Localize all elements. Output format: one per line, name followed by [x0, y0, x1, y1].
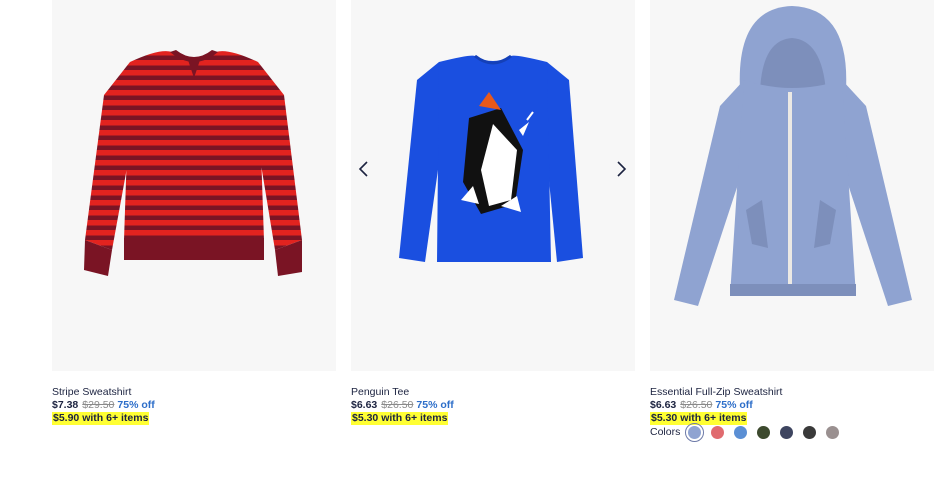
- color-swatch[interactable]: [734, 426, 748, 439]
- color-swatch[interactable]: [757, 426, 771, 439]
- chevron-left-icon: [358, 161, 368, 177]
- product-image-penguin-tee[interactable]: [351, 0, 635, 371]
- colors-label: Colors: [650, 426, 681, 438]
- full-zip-sweatshirt-image: [674, 6, 912, 306]
- product-card-full-zip-sweatshirt[interactable]: Essential Full-Zip Sweatshirt $6.63 $26.5…: [650, 0, 934, 442]
- penguin-tee-image: [399, 54, 583, 262]
- product-image-full-zip-sweatshirt[interactable]: [650, 0, 934, 371]
- bulk-promo: $5.30 with 6+ items: [351, 412, 449, 425]
- color-swatch-row: Colors: [650, 423, 934, 442]
- price-line: $6.63 $26.50 75% off: [351, 399, 635, 412]
- color-swatch[interactable]: [711, 426, 725, 439]
- color-swatch[interactable]: [780, 426, 794, 439]
- product-image-stripe-sweatshirt[interactable]: [52, 0, 336, 371]
- sale-price: $6.63: [351, 399, 378, 411]
- original-price: $29.50: [82, 399, 115, 411]
- color-swatch[interactable]: [826, 426, 840, 439]
- carousel-next-button[interactable]: [613, 160, 629, 178]
- product-name[interactable]: Stripe Sweatshirt: [52, 386, 336, 399]
- product-card-penguin-tee[interactable]: Penguin Tee $6.63 $26.50 75% off $5.30 wit…: [351, 0, 635, 425]
- price-line: $7.38 $29.50 75% off: [52, 399, 336, 412]
- product-card-stripe-sweatshirt[interactable]: Stripe Sweatshirt $7.38 $29.50 75% off $5.…: [52, 0, 336, 425]
- color-swatch[interactable]: [803, 426, 817, 439]
- discount-label: 75% off: [416, 399, 454, 411]
- color-swatch[interactable]: [685, 423, 705, 442]
- chevron-right-icon: [617, 161, 627, 177]
- sale-price: $6.63: [650, 399, 677, 411]
- sale-price: $7.38: [52, 399, 79, 411]
- discount-label: 75% off: [715, 399, 753, 411]
- bulk-promo: $5.30 with 6+ items: [650, 412, 748, 425]
- price-line: $6.63 $26.50 75% off: [650, 399, 934, 412]
- product-name[interactable]: Penguin Tee: [351, 386, 635, 399]
- discount-label: 75% off: [117, 399, 155, 411]
- original-price: $26.50: [381, 399, 414, 411]
- original-price: $26.50: [680, 399, 713, 411]
- bulk-promo: $5.90 with 6+ items: [52, 412, 150, 425]
- product-name[interactable]: Essential Full-Zip Sweatshirt: [650, 386, 934, 399]
- carousel-prev-button[interactable]: [356, 160, 372, 178]
- stripe-sweatshirt-image: [84, 50, 302, 276]
